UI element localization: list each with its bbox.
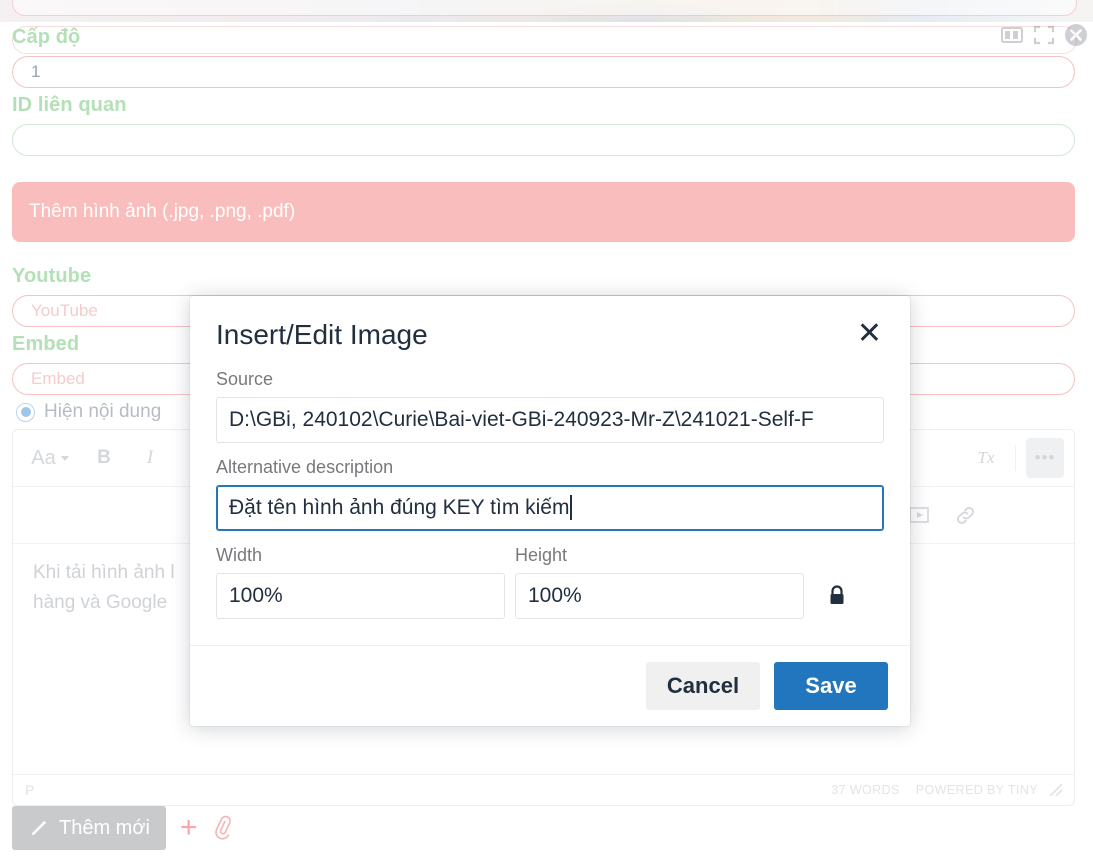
source-field-group: Source D:\GBi, 240102\Curie\Bai-viet-GBi… xyxy=(216,369,884,443)
input-id-lien-quan[interactable] xyxy=(12,124,1075,156)
add-new-label: Thêm mới xyxy=(59,816,150,839)
more-options-icon[interactable]: ••• xyxy=(1026,438,1064,478)
dialog-close-icon[interactable]: ✕ xyxy=(855,319,884,349)
fullscreen-icon[interactable] xyxy=(1031,22,1057,48)
constrain-proportions-toggle[interactable] xyxy=(814,573,860,619)
italic-icon[interactable]: I xyxy=(131,438,169,478)
upload-image-label: Thêm hình ảnh (.jpg, .png, .pdf) xyxy=(29,201,296,222)
width-label: Width xyxy=(216,544,263,565)
clear-formatting-label: Tx xyxy=(977,448,995,467)
close-icon[interactable] xyxy=(1063,22,1089,48)
alt-input-value: Đặt tên hình ảnh đúng KEY tìm kiếm xyxy=(229,495,570,519)
alt-field-group: Alternative description Đặt tên hình ảnh… xyxy=(216,457,884,531)
insert-edit-image-dialog: Insert/Edit Image ✕ Source D:\GBi, 24010… xyxy=(190,296,910,726)
clipped-input-second xyxy=(12,26,1077,54)
toolbar-separator xyxy=(1015,445,1016,471)
clipped-input-top xyxy=(12,0,1077,16)
format-aa-icon[interactable]: Aa xyxy=(23,438,77,478)
chevron-down-icon xyxy=(60,455,69,461)
dimensions-group: Width 100% Height 100% xyxy=(216,545,884,619)
insert-link-icon[interactable] xyxy=(946,495,984,535)
radio-dot-icon xyxy=(16,402,35,422)
bold-icon[interactable]: B xyxy=(85,438,123,478)
upload-image-button[interactable]: Thêm hình ảnh (.jpg, .png, .pdf) xyxy=(12,182,1075,242)
plus-icon[interactable]: + xyxy=(180,813,198,843)
resize-handle[interactable] xyxy=(1050,784,1062,796)
alt-input[interactable]: Đặt tên hình ảnh đúng KEY tìm kiếm xyxy=(216,484,884,531)
height-input[interactable]: 100% xyxy=(515,572,804,619)
input-youtube-placeholder: YouTube xyxy=(31,301,98,320)
split-view-icon[interactable] xyxy=(999,22,1025,48)
add-new-button[interactable]: Thêm mới xyxy=(12,806,166,850)
more-options-label: ••• xyxy=(1034,448,1056,467)
dialog-footer: Cancel Save xyxy=(190,644,910,726)
label-cap-do: Cấp độ xyxy=(12,26,81,48)
clear-formatting-icon[interactable]: Tx xyxy=(967,438,1005,478)
alt-label: Alternative description xyxy=(216,456,394,477)
save-button[interactable]: Save xyxy=(774,661,888,710)
element-path[interactable]: P xyxy=(25,782,35,798)
cancel-button[interactable]: Cancel xyxy=(646,661,760,710)
word-count: 37 WORDS xyxy=(831,783,900,797)
source-label: Source xyxy=(216,368,274,389)
input-embed-placeholder: Embed xyxy=(31,369,85,388)
dialog-title: Insert/Edit Image xyxy=(216,319,428,350)
width-input[interactable]: 100% xyxy=(216,572,505,619)
format-aa-label: Aa xyxy=(31,446,56,469)
label-youtube: Youtube xyxy=(12,265,92,287)
input-cap-do-value: 1 xyxy=(31,62,41,81)
height-input-value: 100% xyxy=(528,583,582,607)
bottom-action-bar: Thêm mới + xyxy=(12,806,235,850)
label-id-lien-quan: ID liên quan xyxy=(12,94,127,116)
dialog-header: Insert/Edit Image ✕ xyxy=(190,296,910,359)
width-input-value: 100% xyxy=(229,583,283,607)
insert-media-glyph xyxy=(909,507,929,523)
cancel-button-label: Cancel xyxy=(666,672,740,698)
input-cap-do[interactable]: 1 xyxy=(12,56,1075,88)
bold-label: B xyxy=(97,447,111,468)
height-label: Height xyxy=(515,544,568,565)
source-input-value: D:\GBi, 240102\Curie\Bai-viet-GBi-240923… xyxy=(229,407,814,431)
paperclip-icon[interactable] xyxy=(208,813,239,844)
pen-icon xyxy=(31,820,47,836)
width-field-group: Width 100% xyxy=(216,545,505,619)
save-button-label: Save xyxy=(805,672,857,698)
text-caret xyxy=(570,495,572,521)
editor-status-bar: P 37 WORDS POWERED BY TINY xyxy=(13,774,1074,805)
source-input[interactable]: D:\GBi, 240102\Curie\Bai-viet-GBi-240923… xyxy=(216,396,884,443)
lock-closed-icon xyxy=(830,585,844,604)
tiny-branding: POWERED BY TINY xyxy=(915,783,1038,797)
radio-hien-noi-dung-label: Hiện nội dung xyxy=(44,401,162,422)
italic-label: I xyxy=(146,447,154,468)
height-field-group: Height 100% xyxy=(515,545,804,619)
radio-hien-noi-dung[interactable]: Hiện nội dung xyxy=(16,401,161,423)
window-controls xyxy=(999,22,1089,48)
label-embed: Embed xyxy=(12,333,80,355)
insert-link-glyph xyxy=(956,506,974,524)
dialog-body: Source D:\GBi, 240102\Curie\Bai-viet-GBi… xyxy=(190,359,910,645)
